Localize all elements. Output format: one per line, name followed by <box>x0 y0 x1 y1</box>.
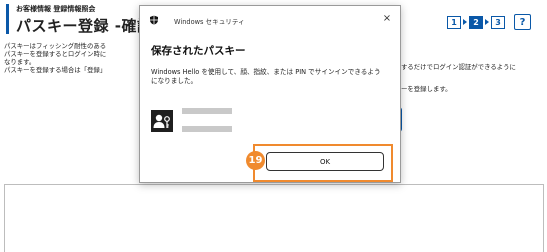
help-icon: ? <box>519 16 526 28</box>
passkey-detail-placeholder <box>182 126 232 132</box>
help-button[interactable]: ? <box>514 14 531 30</box>
body-line-4-right: ーを登録します。 <box>401 85 452 93</box>
step-indicator: 1 2 3 <box>447 15 505 29</box>
dialog-heading: 保存されたパスキー <box>151 45 246 57</box>
step-3: 3 <box>491 15 505 29</box>
step-2: 2 <box>469 15 483 29</box>
annotation-badge: 19 <box>246 151 265 170</box>
user-key-icon <box>151 110 173 132</box>
breadcrumb: お客様情報 登録情報照会 <box>16 5 96 13</box>
dialog-description-line-1: Windows Hello を使用して、顔、指紋、または PIN でサインインで… <box>151 68 381 76</box>
body-line-2-right: するだけでログイン認証ができるように <box>401 63 516 71</box>
page-title: パスキー登録 -確認- <box>16 17 160 35</box>
dialog-app-name: Windows セキュリティ <box>174 18 245 26</box>
ok-button[interactable]: OK <box>266 152 384 171</box>
close-icon[interactable]: × <box>380 11 394 25</box>
step-1: 1 <box>447 15 461 29</box>
header-accent-bar <box>6 4 9 34</box>
passkey-name-placeholder <box>182 108 232 114</box>
dialog-description-line-2: になりました。 <box>151 77 198 85</box>
step-arrow-icon <box>485 19 489 25</box>
content-panel <box>4 184 544 252</box>
shield-icon <box>150 15 158 25</box>
step-arrow-icon <box>463 19 467 25</box>
dialog-description: Windows Hello を使用して、顔、指紋、または PIN でサインインで… <box>151 68 396 86</box>
